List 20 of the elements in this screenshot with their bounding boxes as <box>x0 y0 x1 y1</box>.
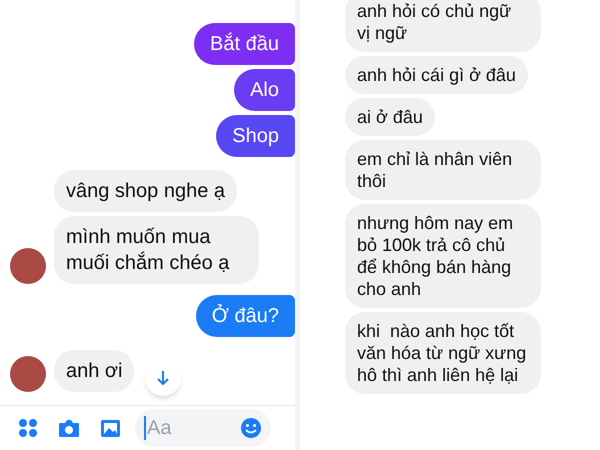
sent-message: Alo <box>234 69 295 111</box>
down-arrow-icon <box>156 370 170 386</box>
received-message: anh hỏi có chủ ngữ vị ngữ <box>345 0 541 52</box>
sent-message: Shop <box>216 115 295 157</box>
received-message: nhưng hôm nay em bỏ 100k trả cô chủ để không bán hàng cho anh <box>345 204 541 308</box>
received-message: mình muốn mua muối chắm chéo ạ <box>54 216 259 284</box>
received-message: vâng shop nghe ạ <box>54 170 238 212</box>
apps-icon[interactable] <box>18 418 38 438</box>
received-message: ai ở đâu <box>345 98 435 136</box>
scroll-down-button[interactable] <box>145 360 181 396</box>
image-icon[interactable] <box>100 418 121 438</box>
camera-icon[interactable] <box>58 418 80 438</box>
message-input[interactable]: Aa <box>135 409 271 447</box>
received-message: em chỉ là nhân viên thôi <box>345 140 541 200</box>
emoji-icon[interactable] <box>240 417 262 439</box>
sent-message: Bắt đầu <box>194 23 295 65</box>
received-message: anh ơi <box>54 350 134 392</box>
received-message: khi nào anh học tốt văn hóa từ ngữ xưng hô thì anh liên hệ lại <box>345 312 541 394</box>
sent-message: Ở đâu? <box>196 295 295 337</box>
received-message: anh hỏi cái gì ở đâu <box>345 56 528 94</box>
